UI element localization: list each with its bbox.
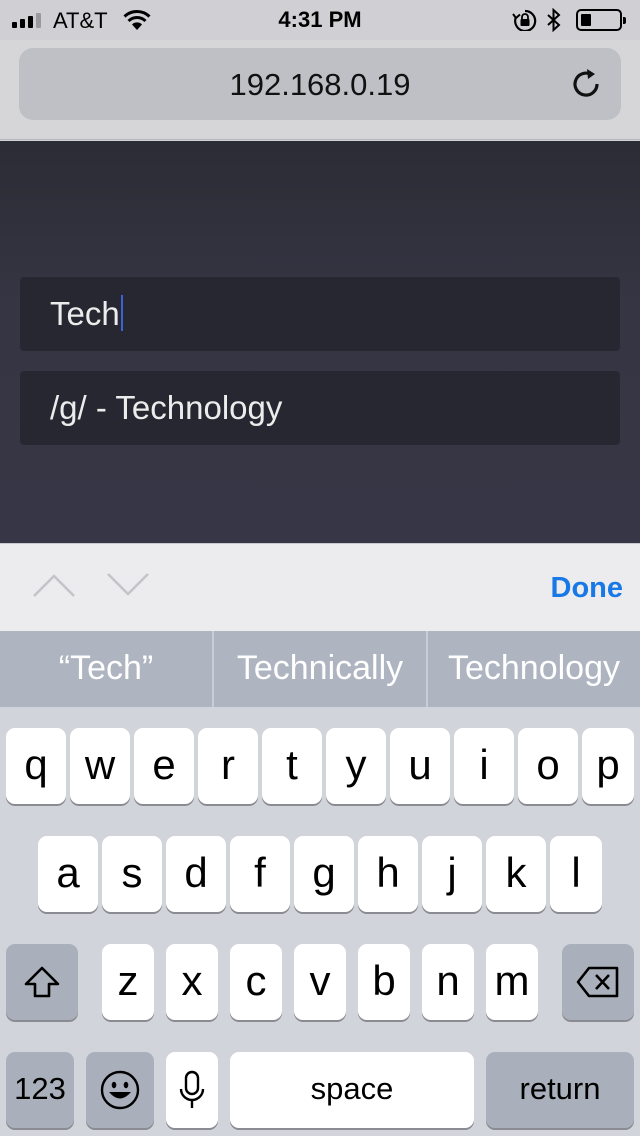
key-l[interactable]: l: [550, 836, 602, 912]
emoji-key[interactable]: [86, 1052, 154, 1128]
key-p[interactable]: p: [582, 728, 634, 804]
status-time: 4:31 PM: [278, 7, 362, 32]
predictive-bar: “Tech” Technically Technology: [0, 631, 640, 707]
key-b[interactable]: b: [358, 944, 410, 1020]
key-e[interactable]: e: [134, 728, 194, 804]
key-x[interactable]: x: [166, 944, 218, 1020]
key-n[interactable]: n: [422, 944, 474, 1020]
delete-key[interactable]: [562, 944, 634, 1020]
key-o[interactable]: o: [518, 728, 578, 804]
reload-icon[interactable]: [569, 66, 605, 102]
key-g[interactable]: g: [294, 836, 354, 912]
prediction-3[interactable]: Technology: [428, 631, 640, 707]
rotation-lock-icon: [512, 9, 538, 36]
key-c[interactable]: c: [230, 944, 282, 1020]
key-m[interactable]: m: [486, 944, 538, 1020]
keyboard: q w e r t y u i o p a s d f g h j k l z …: [0, 707, 640, 1136]
web-content: Tech /g/ - Technology: [0, 141, 640, 543]
keyboard-accessory-bar: Done: [0, 543, 640, 631]
return-key[interactable]: return: [486, 1052, 634, 1128]
key-w[interactable]: w: [70, 728, 130, 804]
shift-key[interactable]: [6, 944, 78, 1020]
key-v[interactable]: v: [294, 944, 346, 1020]
key-k[interactable]: k: [486, 836, 546, 912]
key-t[interactable]: t: [262, 728, 322, 804]
numbers-key[interactable]: 123: [6, 1052, 74, 1128]
chevron-up-icon[interactable]: [32, 572, 76, 603]
microphone-icon: [179, 1070, 205, 1108]
suggestion-label: /g/ - Technology: [50, 389, 283, 426]
key-s[interactable]: s: [102, 836, 162, 912]
board-search-input[interactable]: Tech: [20, 277, 620, 351]
url-field[interactable]: 192.168.0.19: [19, 48, 621, 120]
url-text: 192.168.0.19: [229, 67, 411, 102]
key-q[interactable]: q: [6, 728, 66, 804]
key-y[interactable]: y: [326, 728, 386, 804]
chevron-down-icon[interactable]: [106, 572, 150, 603]
space-key[interactable]: space: [230, 1052, 474, 1128]
key-h[interactable]: h: [358, 836, 418, 912]
key-d[interactable]: d: [166, 836, 226, 912]
input-text: Tech: [50, 295, 120, 332]
key-j[interactable]: j: [422, 836, 482, 912]
battery-icon: [576, 9, 626, 31]
key-f[interactable]: f: [230, 836, 290, 912]
text-caret: [120, 295, 123, 331]
prediction-1[interactable]: “Tech”: [0, 631, 212, 707]
done-button[interactable]: Done: [551, 572, 624, 605]
prediction-2[interactable]: Technically: [214, 631, 426, 707]
status-bar: AT&T 4:31 PM: [0, 0, 640, 40]
key-i[interactable]: i: [454, 728, 514, 804]
key-z[interactable]: z: [102, 944, 154, 1020]
board-suggestion[interactable]: /g/ - Technology: [20, 371, 620, 445]
key-a[interactable]: a: [38, 836, 98, 912]
emoji-icon: [100, 1070, 140, 1110]
key-u[interactable]: u: [390, 728, 450, 804]
microphone-key[interactable]: [166, 1052, 218, 1128]
delete-icon: [576, 966, 619, 998]
key-r[interactable]: r: [198, 728, 258, 804]
bluetooth-icon: [546, 7, 562, 37]
shift-icon: [24, 966, 60, 998]
browser-toolbar: 192.168.0.19: [0, 40, 640, 140]
